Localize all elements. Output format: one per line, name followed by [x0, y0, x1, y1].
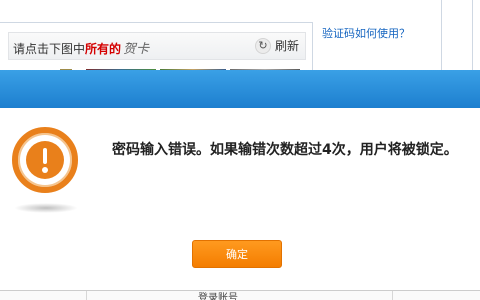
ok-button[interactable]: 确定	[192, 240, 282, 268]
divider	[392, 291, 393, 300]
captcha-prompt-prefix: 请点击下图中	[13, 42, 86, 56]
captcha-refresh-button[interactable]: ↻ 刷新	[254, 37, 299, 54]
icon-shadow	[14, 203, 78, 213]
captcha-prompt: 请点击下图中所有的 贺卡	[13, 38, 149, 57]
dialog-header	[0, 70, 480, 108]
captcha-refresh-label: 刷新	[274, 39, 299, 53]
exclamation-circle-icon	[12, 127, 78, 193]
captcha-prompt-target: 贺卡	[123, 42, 150, 57]
captcha-instruction-bar: 请点击下图中所有的 贺卡 ↻ 刷新	[8, 32, 306, 60]
captcha-help-link[interactable]: 验证码如何使用？	[322, 25, 410, 41]
captcha-panel: 请点击下图中所有的 贺卡 ↻ 刷新	[0, 22, 313, 73]
divider	[472, 0, 473, 70]
refresh-icon: ↻	[254, 37, 271, 54]
background-partial-text: 登录账号	[198, 293, 238, 300]
background-page-footer	[0, 291, 480, 300]
captcha-prompt-highlight: 所有的	[85, 42, 122, 56]
dialog-message: 密码输入错误。如果输错次数超过4次，用户将被锁定。	[112, 142, 458, 158]
divider	[86, 291, 87, 300]
divider	[441, 0, 442, 70]
